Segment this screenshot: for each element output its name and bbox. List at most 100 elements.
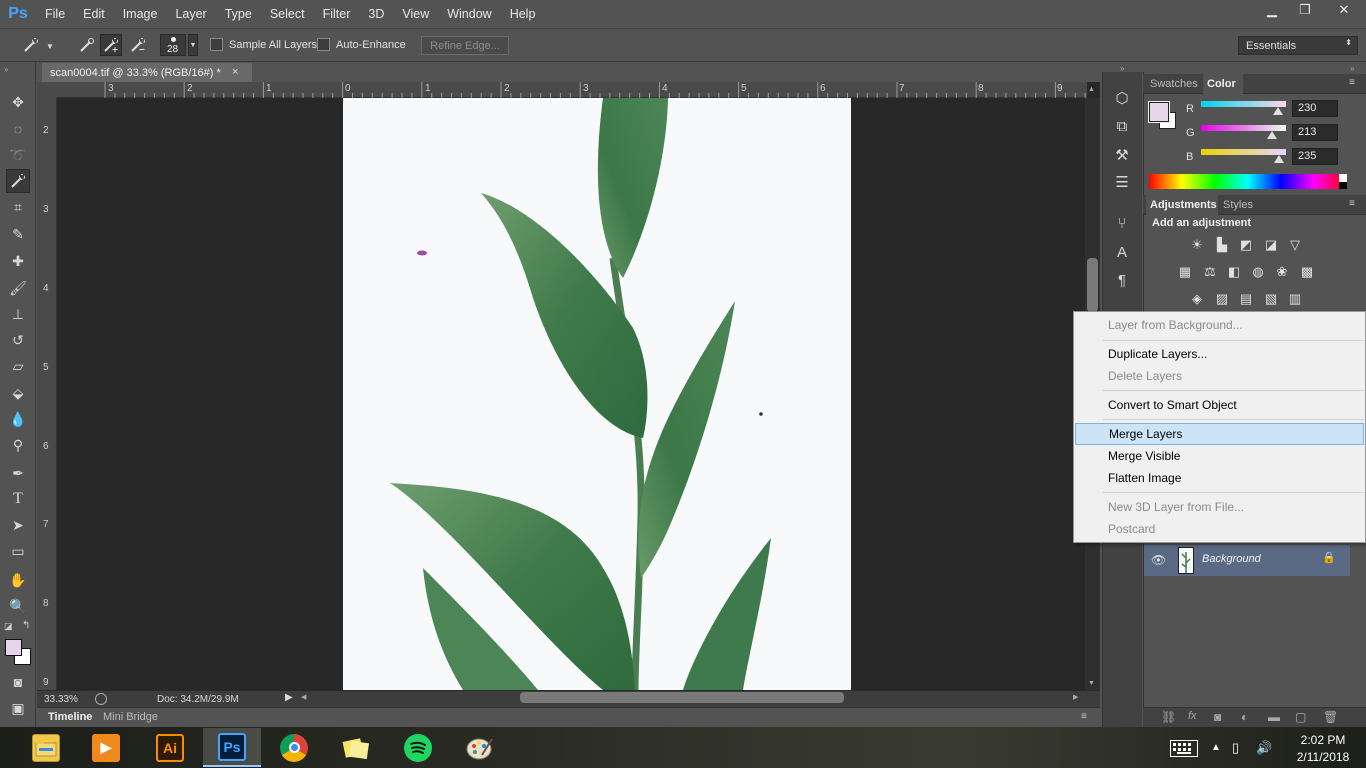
menu-convert-to-smart-object[interactable]: Convert to Smart Object — [1075, 394, 1364, 416]
menu-flatten-image[interactable]: Flatten Image — [1075, 467, 1364, 489]
pen-tool-icon[interactable]: ✒ — [6, 461, 30, 485]
foreground-color-swatch[interactable] — [5, 639, 22, 656]
path-selection-tool-icon[interactable]: ➤ — [6, 513, 30, 537]
photo-filter-icon[interactable]: ◍ — [1249, 263, 1267, 281]
status-menu-arrow-icon[interactable]: ▶ — [285, 692, 293, 703]
character-panel-icon[interactable]: A — [1110, 240, 1134, 264]
blue-channel-slider[interactable] — [1201, 149, 1286, 155]
channel-mixer-icon[interactable]: ❀ — [1273, 263, 1291, 281]
menu-layer[interactable]: Layer — [166, 0, 215, 28]
vertical-scroll-thumb[interactable] — [1087, 258, 1098, 312]
menu-layer-from-background[interactable]: Layer from Background... — [1075, 314, 1364, 336]
refine-edge-button[interactable]: Refine Edge... — [421, 36, 509, 55]
show-hidden-icons-icon[interactable]: ▲ — [1211, 742, 1221, 753]
horizontal-ruler[interactable]: 3 2 1 0 1 2 3 4 5 6 7 8 9 — [57, 82, 1087, 98]
taskbar-clock-date[interactable]: 2/11/2018 — [1292, 750, 1354, 764]
zoom-level[interactable]: 33.33% — [44, 694, 78, 705]
curves-icon[interactable]: ◩ — [1237, 236, 1255, 254]
blue-channel-value[interactable]: 235 — [1292, 148, 1338, 165]
adjustments-panel-menu-icon[interactable]: ≡ — [1349, 198, 1355, 209]
3d-panel-icon[interactable]: ⬡ — [1110, 86, 1134, 110]
quick-selection-tool-icon[interactable] — [6, 169, 30, 193]
swap-colors-icon[interactable]: ↰ — [22, 620, 30, 631]
menu-window[interactable]: Window — [438, 0, 500, 28]
new-adjustment-layer-icon[interactable]: ◐ — [1241, 710, 1248, 724]
close-document-icon[interactable]: × — [232, 66, 238, 78]
auto-enhance-checkbox[interactable] — [317, 38, 330, 51]
red-channel-value[interactable]: 230 — [1292, 100, 1338, 117]
quick-selection-preset-icon[interactable] — [20, 34, 42, 56]
battery-icon[interactable]: ▯ — [1232, 740, 1239, 756]
tab-adjustments[interactable]: Adjustments — [1150, 199, 1217, 211]
history-panel-icon[interactable]: ⧉ — [1110, 114, 1134, 138]
add-mask-icon[interactable]: ◙ — [1214, 710, 1221, 724]
type-tool-icon[interactable]: T — [6, 487, 30, 511]
scroll-down-icon[interactable]: ▼ — [1088, 680, 1095, 687]
invert-icon[interactable]: ◈ — [1188, 290, 1206, 308]
eraser-tool-icon[interactable]: ▱ — [6, 354, 30, 378]
touch-keyboard-icon[interactable] — [1170, 740, 1198, 757]
paragraph-panel-icon[interactable]: ¶ — [1110, 268, 1134, 292]
brush-panel-icon[interactable]: ⑂ — [1110, 211, 1134, 235]
tab-mini-bridge[interactable]: Mini Bridge — [103, 711, 158, 723]
taskbar-media-player[interactable]: ▶ — [77, 728, 135, 767]
menu-view[interactable]: View — [393, 0, 438, 28]
layer-row-background[interactable]: 👁 Background 🔒 — [1144, 545, 1350, 576]
taskbar-photoshop[interactable]: Ps — [203, 728, 261, 767]
gradient-map-icon[interactable]: ▥ — [1286, 290, 1304, 308]
taskbar-sticky-notes[interactable] — [327, 728, 385, 767]
collapse-panels-icon[interactable]: » — [1350, 64, 1354, 73]
threshold-icon[interactable]: ▤ — [1237, 290, 1255, 308]
tab-swatches[interactable]: Swatches — [1150, 78, 1198, 90]
default-colors-icon[interactable]: ◪ — [4, 621, 13, 632]
menu-merge-layers[interactable]: Merge Layers — [1075, 423, 1364, 445]
dodge-tool-icon[interactable]: ⚲ — [6, 433, 30, 457]
menu-postcard[interactable]: Postcard — [1075, 518, 1364, 540]
vertical-ruler[interactable]: 2 3 4 5 6 7 8 9 — [37, 98, 57, 690]
clone-stamp-tool-icon[interactable]: ⊥ — [6, 302, 30, 326]
spectrum-black-swatch[interactable] — [1339, 182, 1347, 189]
tab-color[interactable]: Color — [1207, 78, 1236, 90]
color-panel-foreground-swatch[interactable] — [1148, 101, 1170, 123]
color-panel-menu-icon[interactable]: ≡ — [1349, 77, 1355, 88]
brush-tool-icon[interactable]: 🖌 — [6, 276, 30, 300]
link-layers-icon[interactable]: ⛓ — [1161, 710, 1176, 724]
menu-merge-visible[interactable]: Merge Visible — [1075, 445, 1364, 467]
workspace-select[interactable]: Essentials ⬍ — [1238, 36, 1358, 55]
taskbar-illustrator[interactable]: Ai — [141, 728, 199, 767]
marquee-tool-icon[interactable]: ◌ — [6, 117, 30, 141]
delete-layer-icon[interactable]: 🗑 — [1323, 710, 1338, 724]
collapse-dock-icon[interactable]: » — [1120, 64, 1124, 73]
collapse-tools-icon[interactable]: » — [4, 65, 8, 74]
tab-timeline[interactable]: Timeline — [48, 711, 92, 723]
selective-color-icon[interactable]: ▧ — [1262, 290, 1280, 308]
restore-button[interactable]: ❐ — [1289, 0, 1321, 20]
new-group-icon[interactable]: ▬ — [1268, 710, 1280, 724]
subtract-from-selection-icon[interactable] — [127, 34, 149, 56]
brightness-contrast-icon[interactable]: ☀ — [1188, 236, 1206, 254]
red-channel-knob[interactable] — [1272, 107, 1283, 115]
menu-image[interactable]: Image — [114, 0, 167, 28]
blur-tool-icon[interactable]: 💧 — [6, 407, 30, 431]
layer-name[interactable]: Background — [1202, 553, 1261, 565]
close-button[interactable]: ✕ — [1322, 0, 1366, 20]
status-info-icon[interactable] — [95, 693, 107, 705]
hue-saturation-icon[interactable]: ▦ — [1176, 263, 1194, 281]
lasso-tool-icon[interactable]: ➰ — [6, 143, 30, 167]
vibrance-icon[interactable]: ▽ — [1286, 236, 1304, 254]
volume-icon[interactable]: 🔊 — [1256, 740, 1272, 756]
taskbar-spotify[interactable] — [389, 728, 447, 767]
screen-mode-icon[interactable]: ▣ — [6, 696, 30, 720]
menu-new-3d-layer-from-file[interactable]: New 3D Layer from File... — [1075, 496, 1364, 518]
preset-dropdown-icon[interactable]: ▼ — [46, 42, 54, 51]
color-lookup-icon[interactable]: ▩ — [1298, 263, 1316, 281]
rectangle-tool-icon[interactable]: ▭ — [6, 539, 30, 563]
history-brush-tool-icon[interactable]: ↺ — [6, 328, 30, 352]
color-balance-icon[interactable]: ⚖ — [1201, 263, 1219, 281]
hand-tool-icon[interactable]: ✋ — [6, 568, 30, 592]
menu-edit[interactable]: Edit — [74, 0, 114, 28]
document-tab[interactable]: scan0004.tif @ 33.3% (RGB/16#) * × — [42, 63, 252, 82]
black-white-icon[interactable]: ◧ — [1225, 263, 1243, 281]
taskbar-paint[interactable] — [451, 728, 509, 767]
spectrum-white-swatch[interactable] — [1339, 174, 1347, 182]
